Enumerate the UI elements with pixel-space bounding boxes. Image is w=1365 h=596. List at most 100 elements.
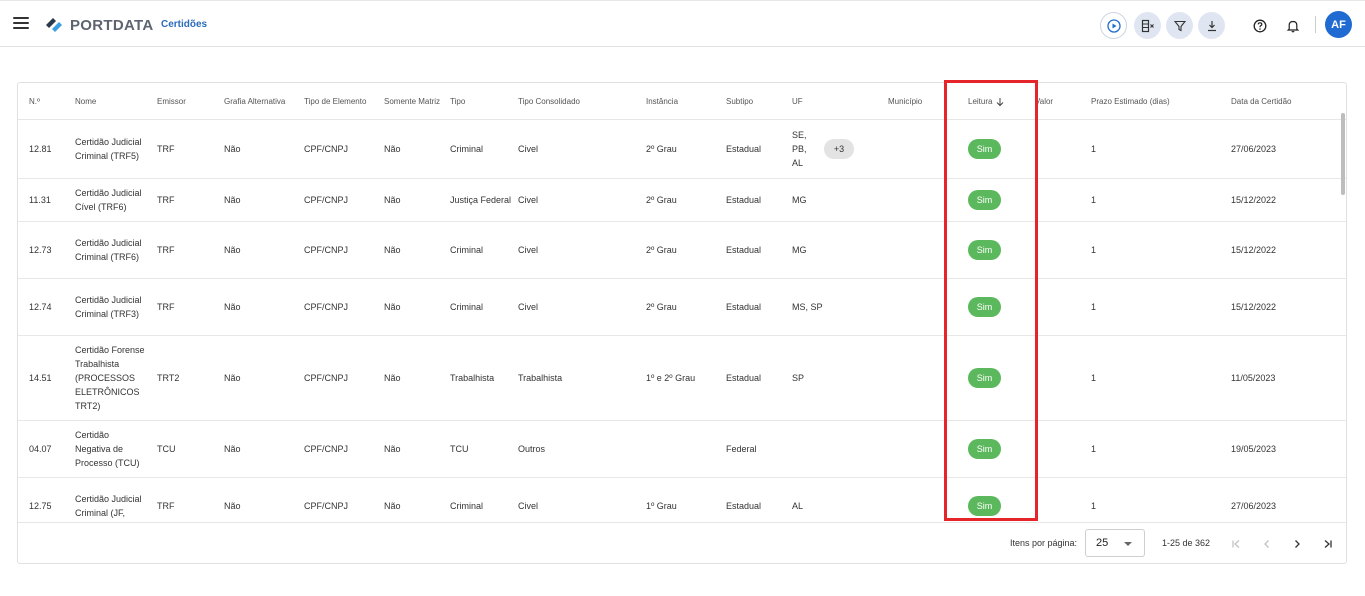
leitura-status-badge[interactable]: Sim: [968, 496, 1001, 516]
table-row[interactable]: 04.07 Certidão Negativa de Processo (TCU)…: [18, 421, 1346, 478]
play-button[interactable]: [1100, 12, 1127, 39]
column-header-label: Somente Matriz: [384, 96, 441, 106]
hamburger-menu-icon[interactable]: [13, 17, 29, 29]
help-button[interactable]: [1246, 12, 1273, 39]
leitura-status-badge[interactable]: Sim: [968, 139, 1001, 159]
cell-text: Outros: [518, 444, 546, 454]
download-button[interactable]: [1198, 12, 1225, 39]
cell-grafia: Não: [224, 421, 299, 477]
cell-text: 27/06/2023: [1231, 501, 1277, 511]
column-header-tipo-elemento[interactable]: Tipo de Elemento: [304, 83, 379, 120]
column-header-data[interactable]: Data da Certidão: [1231, 83, 1331, 120]
table-row[interactable]: 12.74 Certidão Judicial Criminal (TRF3) TR…: [18, 279, 1346, 336]
cell-emissor: TCU: [157, 421, 217, 477]
column-header-leitura[interactable]: Leitura: [968, 83, 1028, 120]
leitura-status-badge[interactable]: Sim: [968, 439, 1001, 459]
cell-instancia: 1º e 2º Grau: [646, 336, 721, 420]
cell-leitura: Sim: [968, 179, 1028, 221]
scrollbar-thumb[interactable]: [1341, 113, 1345, 195]
cell-text: Estadual: [726, 195, 762, 205]
table-row[interactable]: 12.73 Certidão Judicial Criminal (TRF6) TR…: [18, 222, 1346, 279]
column-header-subtipo[interactable]: Subtipo: [726, 83, 786, 120]
last-page-button[interactable]: [1317, 533, 1339, 555]
cell-text: 04.07: [29, 444, 52, 454]
cell-text: Não: [384, 245, 401, 255]
previous-page-button[interactable]: [1256, 533, 1278, 555]
column-header-instancia[interactable]: Instância: [646, 83, 721, 120]
items-per-page-select[interactable]: 25: [1085, 529, 1145, 557]
cell-uf: MG: [792, 179, 882, 221]
cell-text: CPF/CNPJ: [304, 501, 349, 511]
cell-text: 1: [1091, 302, 1097, 312]
cell-subtipo: Estadual: [726, 336, 786, 420]
cell-text: 2º Grau: [646, 302, 677, 312]
cell-text: Não: [224, 373, 241, 383]
cell-grafia: Não: [224, 222, 299, 278]
download-icon: [1207, 20, 1216, 31]
cell-grafia: Não: [224, 120, 299, 178]
table-row[interactable]: 12.81 Certidão Judicial Criminal (TRF5) TR…: [18, 120, 1346, 179]
cell-tipo-elemento: CPF/CNPJ: [304, 478, 379, 523]
cell-tipo-consolidado: Trabalhista: [518, 336, 638, 420]
cell-text: Civel: [518, 501, 539, 511]
column-header-num[interactable]: N.º: [29, 83, 69, 120]
column-header-tipo[interactable]: Tipo: [450, 83, 512, 120]
vertical-scrollbar[interactable]: [1340, 83, 1346, 523]
cell-text: TRF: [157, 195, 175, 205]
leitura-status-badge[interactable]: Sim: [968, 297, 1001, 317]
uf-value: SP: [792, 373, 805, 383]
cell-text: Criminal: [450, 302, 484, 312]
cell-text: 12.73: [29, 245, 52, 255]
cell-valor: [1035, 336, 1085, 420]
table-row[interactable]: 12.75 Certidão Judicial Criminal (JF, TRF N…: [18, 478, 1346, 523]
cell-text: 1: [1091, 245, 1097, 255]
cell-text: Certidão Judicial Criminal (TRF6): [75, 238, 142, 262]
next-page-button[interactable]: [1286, 533, 1308, 555]
filter-button[interactable]: [1166, 12, 1193, 39]
column-header-somente-matriz[interactable]: Somente Matriz: [384, 83, 444, 120]
leitura-status-badge[interactable]: Sim: [968, 190, 1001, 210]
cell-text: Civel: [518, 245, 539, 255]
cell-num: 12.74: [29, 279, 69, 335]
uf-more-chip[interactable]: +3: [824, 139, 854, 159]
cell-tipo-elemento: CPF/CNPJ: [304, 120, 379, 178]
clear-columns-button[interactable]: [1134, 12, 1161, 39]
cell-instancia: 2º Grau: [646, 279, 721, 335]
cell-tipo-elemento: CPF/CNPJ: [304, 222, 379, 278]
cell-text: Estadual: [726, 245, 762, 255]
brand-logo[interactable]: PORTDATA: [44, 14, 154, 36]
chevron-left-icon: [1264, 540, 1269, 548]
table-row[interactable]: 11.31 Certidão Judicial Cível (TRF6) TRF Nã…: [18, 179, 1346, 222]
cell-data: 11/05/2023: [1231, 336, 1331, 420]
column-header-uf[interactable]: UF: [792, 83, 882, 120]
certidoes-page-link[interactable]: Certidões: [161, 19, 207, 30]
column-header-emissor[interactable]: Emissor: [157, 83, 217, 120]
cell-text: 1º Grau: [646, 501, 677, 511]
column-header-valor[interactable]: Valor: [1035, 83, 1085, 120]
column-header-tipo-consolidado[interactable]: Tipo Consolidado: [518, 83, 638, 120]
cell-text: Justiça Federal: [450, 195, 512, 205]
sort-arrow-down-icon[interactable]: [995, 97, 1005, 107]
column-header-municipio[interactable]: Município: [888, 83, 963, 120]
cell-text: Não: [224, 302, 241, 312]
cell-text: Criminal: [450, 501, 484, 511]
first-page-button[interactable]: [1225, 533, 1247, 555]
cell-text: Certidão Judicial Cível (TRF6): [75, 188, 142, 212]
cell-uf: AL: [792, 478, 882, 523]
user-avatar[interactable]: AF: [1325, 11, 1352, 38]
cell-leitura: Sim: [968, 336, 1028, 420]
table-row[interactable]: 14.51 Certidão Forense Trabalhista (PROCE…: [18, 336, 1346, 421]
cell-text: Não: [384, 195, 401, 205]
notifications-button[interactable]: [1279, 12, 1306, 39]
leitura-status-badge[interactable]: Sim: [968, 368, 1001, 388]
cell-tipo-consolidado: Civel: [518, 222, 638, 278]
leitura-status-badge[interactable]: Sim: [968, 240, 1001, 260]
column-header-prazo[interactable]: Prazo Estimado (dias): [1091, 83, 1221, 120]
uf-value: SE, PB, AL: [792, 130, 807, 168]
column-header-label: Município: [888, 96, 923, 106]
cell-municipio: [888, 120, 963, 178]
cell-valor: [1035, 222, 1085, 278]
column-header-nome[interactable]: Nome: [75, 83, 145, 120]
column-header-grafia[interactable]: Grafia Alternativa: [224, 83, 299, 120]
cell-text: Não: [384, 302, 401, 312]
